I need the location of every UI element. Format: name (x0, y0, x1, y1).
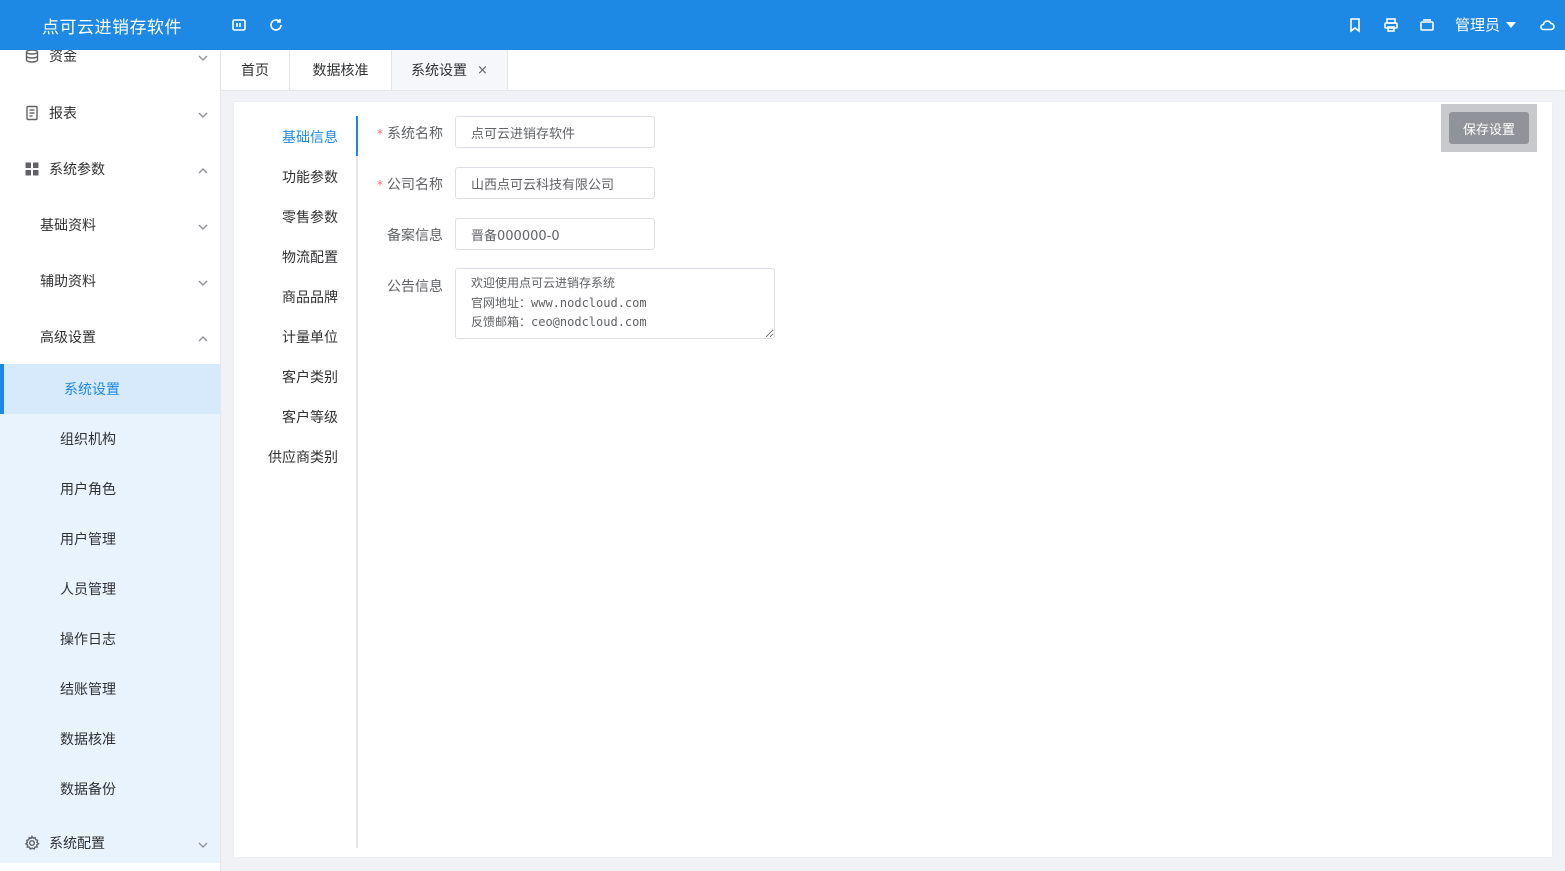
notice-info-label: 公告信息 (387, 279, 443, 295)
settings-tab-basic[interactable]: 基础信息 (282, 127, 338, 147)
tab-label: 首页 (241, 63, 269, 79)
grid-icon (24, 161, 40, 177)
required-mark: * (377, 178, 383, 192)
printer-icon[interactable] (1381, 15, 1401, 35)
sidebar-item-data-verify[interactable]: 数据核准 (0, 714, 220, 764)
save-settings-button[interactable]: 保存设置 (1449, 112, 1529, 144)
user-name: 管理员 (1455, 16, 1501, 34)
sidebar-item-closing[interactable]: 结账管理 (0, 664, 220, 714)
sidebar-item-label: 高级设置 (40, 330, 96, 346)
chevron-down-icon (198, 276, 208, 286)
company-name-input[interactable] (455, 167, 655, 199)
sidebar-item-label: 基础资料 (40, 218, 96, 234)
sidebar-item-label: 组织机构 (60, 432, 116, 448)
settings-tab-function[interactable]: 功能参数 (282, 167, 338, 187)
sidebar-item-organization[interactable]: 组织机构 (0, 414, 220, 464)
sidebar-item-funds[interactable]: 资金 (0, 50, 220, 76)
collapse-menu-icon[interactable] (229, 15, 249, 35)
record-info-label: 备案信息 (387, 228, 443, 244)
user-menu[interactable]: 管理员 (1455, 14, 1517, 35)
cloud-icon[interactable] (1537, 15, 1557, 35)
sidebar-item-label: 用户角色 (60, 482, 116, 498)
close-icon[interactable]: × (477, 63, 488, 78)
sidebar-item-user-roles[interactable]: 用户角色 (0, 464, 220, 514)
sidebar-item-system-settings[interactable]: 系统设置 (0, 364, 220, 414)
settings-card: 基础信息 功能参数 零售参数 物流配置 商品品牌 计量单位 客户类别 客户等级 … (233, 101, 1553, 858)
settings-tab-customer-level[interactable]: 客户等级 (282, 407, 338, 427)
notice-info-textarea[interactable]: 欢迎使用点可云进销存系统 官网地址：www.nodcloud.com 反馈邮箱：… (455, 268, 775, 339)
sidebar-item-advanced[interactable]: 高级设置 (0, 317, 220, 357)
sidebar-item-label: 人员管理 (60, 582, 116, 598)
sidebar-item-label: 辅助资料 (40, 274, 96, 290)
sidebar-item-label: 报表 (49, 106, 77, 122)
system-name-input[interactable] (455, 116, 655, 148)
sidebar-item-user-management[interactable]: 用户管理 (0, 514, 220, 564)
page-tabs: 首页 数据核准 系统设置 × (221, 50, 1565, 91)
chevron-down-icon (198, 220, 208, 230)
required-mark: * (377, 127, 383, 141)
window-icon[interactable] (1417, 15, 1437, 35)
tab-data-verify[interactable]: 数据核准 (290, 50, 392, 90)
settings-tab-brand[interactable]: 商品品牌 (282, 287, 338, 307)
sidebar-item-data-backup[interactable]: 数据备份 (0, 764, 220, 814)
sidebar-item-label: 系统配置 (49, 836, 105, 852)
chevron-down-icon (198, 838, 208, 848)
settings-tab-customer-category[interactable]: 客户类别 (282, 367, 338, 387)
tab-home[interactable]: 首页 (221, 50, 290, 90)
tab-label: 系统设置 (411, 63, 468, 79)
chevron-up-icon (198, 164, 208, 174)
sidebar-item-label: 结账管理 (60, 682, 116, 698)
active-tab-indicator (356, 116, 358, 156)
label-text: 公司名称 (387, 177, 443, 193)
refresh-icon[interactable] (266, 15, 286, 35)
settings-tab-logistics[interactable]: 物流配置 (282, 247, 338, 267)
sidebar-item-aux-data[interactable]: 辅助资料 (0, 261, 220, 301)
settings-tab-retail[interactable]: 零售参数 (282, 207, 338, 227)
active-indicator (0, 364, 4, 414)
caret-down-icon (1506, 21, 1517, 28)
top-header: 点可云进销存软件 管理员 (0, 0, 1565, 50)
sidebar: 资金 报表 系统参数 基础资料 辅助资料 高级设置 系统设置 组织机构 用户角色… (0, 50, 221, 871)
sidebar-item-system-params[interactable]: 系统参数 (0, 149, 220, 189)
chevron-down-icon (198, 108, 208, 118)
sidebar-item-reports[interactable]: 报表 (0, 93, 220, 133)
system-name-label: * 系统名称 (373, 123, 443, 143)
document-icon (24, 105, 40, 121)
sidebar-item-label: 数据核准 (60, 732, 116, 748)
tab-system-settings[interactable]: 系统设置 × (392, 50, 508, 90)
chevron-down-icon (198, 51, 208, 61)
record-info-input[interactable] (455, 218, 655, 250)
gear-icon (24, 835, 40, 851)
database-icon (24, 50, 40, 64)
tab-label: 数据核准 (312, 63, 369, 79)
sidebar-item-label: 系统设置 (64, 382, 120, 398)
sidebar-item-label: 数据备份 (60, 782, 116, 798)
settings-nav: 基础信息 功能参数 零售参数 物流配置 商品品牌 计量单位 客户类别 客户等级 … (234, 116, 358, 848)
company-name-label: * 公司名称 (373, 174, 443, 194)
sidebar-item-label: 操作日志 (60, 632, 116, 648)
bookmark-icon[interactable] (1345, 15, 1365, 35)
sidebar-item-label: 系统参数 (49, 162, 105, 178)
settings-tab-supplier-category[interactable]: 供应商类别 (268, 447, 338, 467)
sidebar-item-system-config[interactable]: 系统配置 (0, 823, 220, 863)
app-title: 点可云进销存软件 (42, 18, 182, 38)
sidebar-item-staff-management[interactable]: 人员管理 (0, 564, 220, 614)
chevron-up-icon (198, 332, 208, 342)
save-button-wrapper: 保存设置 (1441, 104, 1537, 152)
label-text: 系统名称 (387, 126, 443, 142)
sidebar-item-label: 资金 (49, 50, 77, 65)
sidebar-item-label: 用户管理 (60, 532, 116, 548)
sidebar-item-basic-data[interactable]: 基础资料 (0, 205, 220, 245)
sidebar-item-operation-log[interactable]: 操作日志 (0, 614, 220, 664)
settings-tab-unit[interactable]: 计量单位 (282, 327, 338, 347)
